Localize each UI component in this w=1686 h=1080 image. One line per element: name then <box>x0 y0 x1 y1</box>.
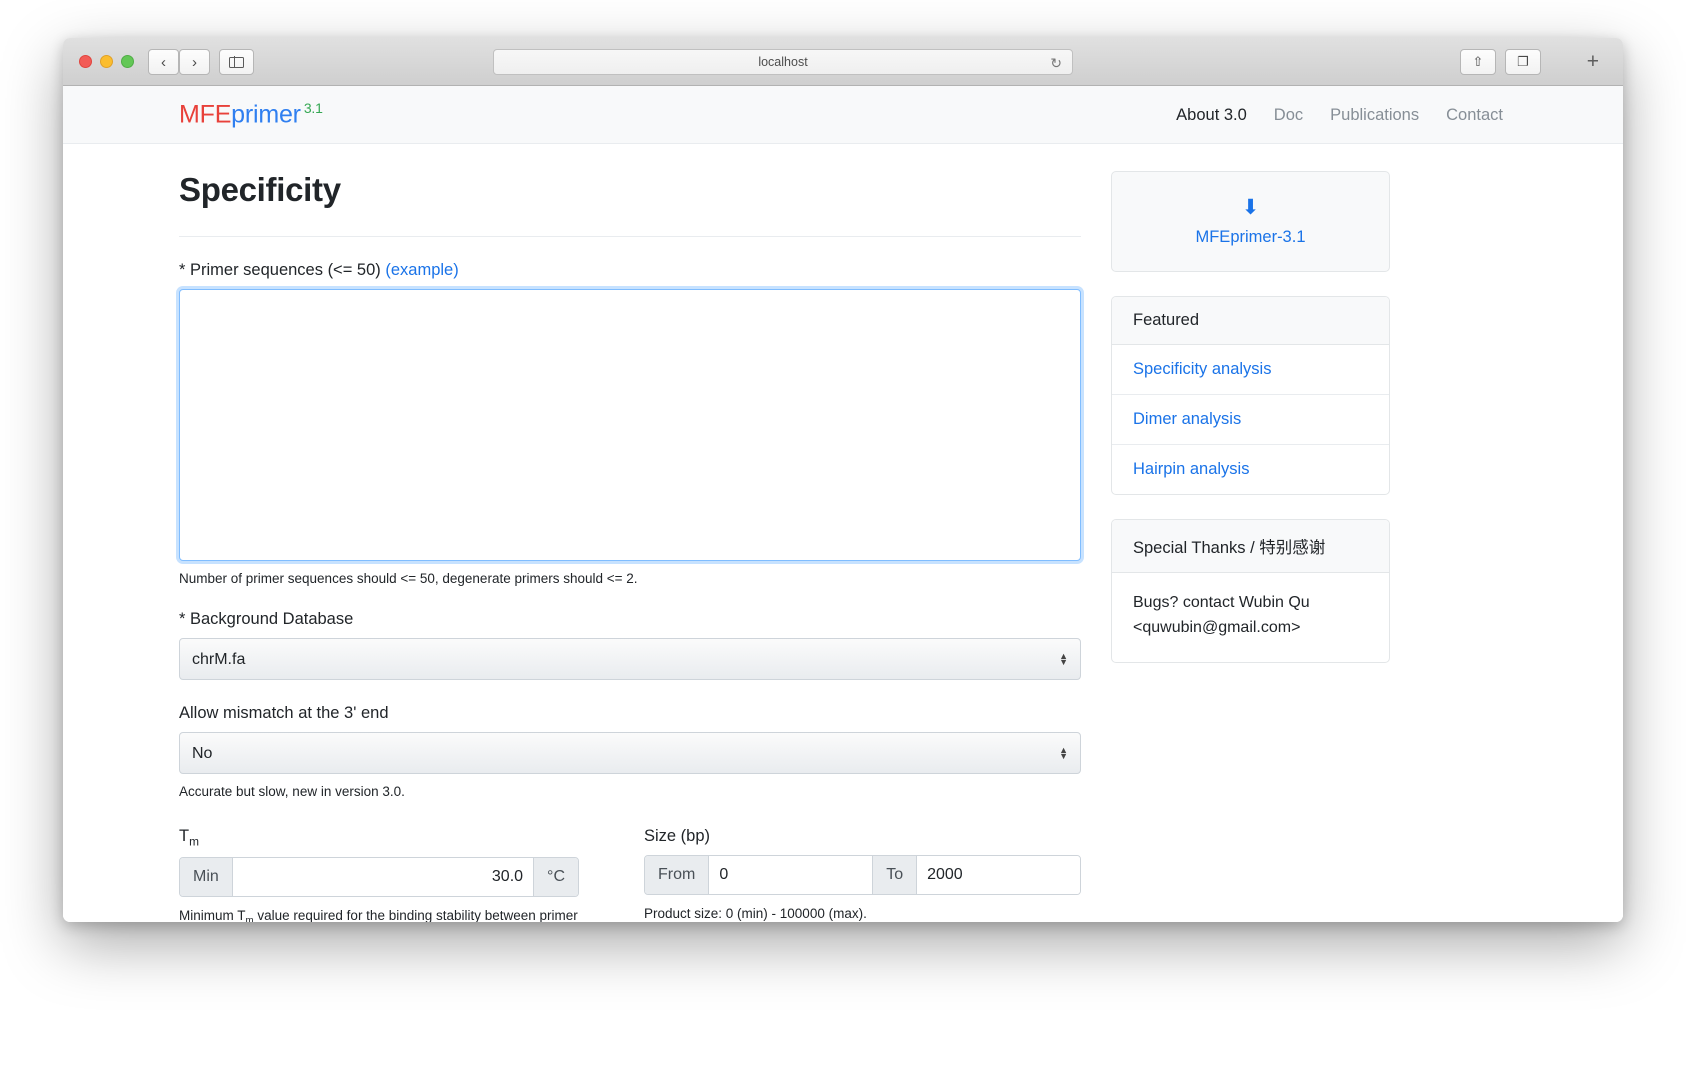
share-icon: ⇧ <box>1473 54 1484 70</box>
nav-item-doc[interactable]: Doc <box>1274 106 1303 125</box>
special-thanks-body: Bugs? contact Wubin Qu <quwubin@gmail.co… <box>1112 573 1389 662</box>
chevron-left-icon: ‹ <box>161 54 166 71</box>
special-thanks-header: Special Thanks / 特别感谢 <box>1112 520 1389 573</box>
browser-window: ‹ › localhost ↻ ⇧ ❐ + MFEprimer3.1 About… <box>63 38 1623 922</box>
size-label: Size (bp) <box>644 827 1081 846</box>
sidebar-icon <box>229 57 244 68</box>
site-header: MFEprimer3.1 About 3.0 Doc Publications … <box>63 86 1623 144</box>
tm-help-pre: Minimum T <box>179 908 246 922</box>
tm-label-sub: m <box>189 834 199 848</box>
tm-input-group: Min °C <box>179 857 579 897</box>
tm-label: Tm <box>179 827 579 848</box>
mismatch-select[interactable]: No <box>179 732 1081 774</box>
reload-icon[interactable]: ↻ <box>1050 55 1062 72</box>
specificity-form: Specificity * Primer sequences (<= 50) (… <box>179 144 1081 922</box>
mismatch-label: Allow mismatch at the 3' end <box>179 704 1081 723</box>
featured-item-hairpin[interactable]: Hairpin analysis <box>1112 445 1389 494</box>
background-database-label: * Background Database <box>179 610 1081 629</box>
primer-sequences-input[interactable] <box>179 289 1081 561</box>
size-from-input[interactable] <box>709 856 873 894</box>
primer-help-text: Number of primer sequences should <= 50,… <box>179 571 1081 586</box>
right-sidebar: ⬇ MFEprimer-3.1 Featured Specificity ana… <box>1111 171 1390 687</box>
mismatch-help-text: Accurate but slow, new in version 3.0. <box>179 784 1081 799</box>
window-maximize-button[interactable] <box>121 55 134 68</box>
nav-item-contact[interactable]: Contact <box>1446 106 1503 125</box>
logo-text-primer: primer <box>231 100 301 128</box>
share-button[interactable]: ⇧ <box>1460 49 1496 75</box>
featured-header: Featured <box>1112 297 1389 345</box>
background-database-wrap: chrM.fa ▲▼ <box>179 638 1081 680</box>
page-body: Specificity * Primer sequences (<= 50) (… <box>63 144 1623 922</box>
tm-unit-addon: °C <box>533 858 578 896</box>
tm-help-sub: m <box>246 916 254 922</box>
tm-min-input[interactable] <box>233 858 533 896</box>
primer-sequences-label: * Primer sequences (<= 50) (example) <box>179 261 1081 280</box>
plus-icon: + <box>1587 50 1599 73</box>
download-link[interactable]: MFEprimer-3.1 <box>1112 228 1389 247</box>
page-title: Specificity <box>179 171 1081 209</box>
tm-column: Tm Min °C Minimum Tm value required for … <box>179 827 579 922</box>
featured-item-specificity[interactable]: Specificity analysis <box>1112 345 1389 395</box>
tab-overview-button[interactable]: ❐ <box>1505 49 1541 75</box>
forward-button[interactable]: › <box>179 49 210 75</box>
size-to-addon: To <box>873 856 917 894</box>
size-input-group: From To <box>644 855 1081 895</box>
featured-card: Featured Specificity analysis Dimer anal… <box>1111 296 1390 495</box>
background-database-select[interactable]: chrM.fa <box>179 638 1081 680</box>
tm-min-addon: Min <box>180 858 233 896</box>
tm-label-main: T <box>179 827 189 845</box>
main-navigation: About 3.0 Doc Publications Contact <box>1176 106 1503 125</box>
special-thanks-card: Special Thanks / 特别感谢 Bugs? contact Wubi… <box>1111 519 1390 663</box>
mismatch-wrap: No ▲▼ <box>179 732 1081 774</box>
featured-item-dimer[interactable]: Dimer analysis <box>1112 395 1389 445</box>
primer-example-link[interactable]: (example) <box>385 261 458 279</box>
url-text: localhost <box>758 55 807 69</box>
new-tab-button[interactable]: + <box>1587 50 1599 74</box>
tm-help-text: Minimum Tm value required for the bindin… <box>179 906 579 922</box>
nav-item-about[interactable]: About 3.0 <box>1176 106 1247 125</box>
back-button[interactable]: ‹ <box>148 49 179 75</box>
size-to-input[interactable] <box>917 856 1080 894</box>
logo-text-mfe: MFE <box>179 100 231 128</box>
window-minimize-button[interactable] <box>100 55 113 68</box>
size-column: Size (bp) From To Product size: 0 (min) … <box>644 827 1081 922</box>
logo-version: 3.1 <box>304 100 323 116</box>
title-divider <box>179 236 1081 237</box>
tm-size-row: Tm Min °C Minimum Tm value required for … <box>179 827 1081 922</box>
window-close-button[interactable] <box>79 55 92 68</box>
chevron-right-icon: › <box>192 54 197 71</box>
size-from-addon: From <box>645 856 709 894</box>
site-logo[interactable]: MFEprimer3.1 <box>179 100 323 129</box>
download-card[interactable]: ⬇ MFEprimer-3.1 <box>1111 171 1390 272</box>
show-sidebar-button[interactable] <box>219 49 254 75</box>
size-help-text: Product size: 0 (min) - 100000 (max). <box>644 904 1044 922</box>
tabs-icon: ❐ <box>1517 54 1529 70</box>
nav-item-publications[interactable]: Publications <box>1330 106 1419 125</box>
download-icon: ⬇ <box>1112 197 1389 218</box>
browser-titlebar: ‹ › localhost ↻ ⇧ ❐ + <box>63 38 1623 86</box>
address-bar[interactable]: localhost ↻ <box>493 49 1073 75</box>
primer-sequences-label-text: * Primer sequences (<= 50) <box>179 261 381 279</box>
